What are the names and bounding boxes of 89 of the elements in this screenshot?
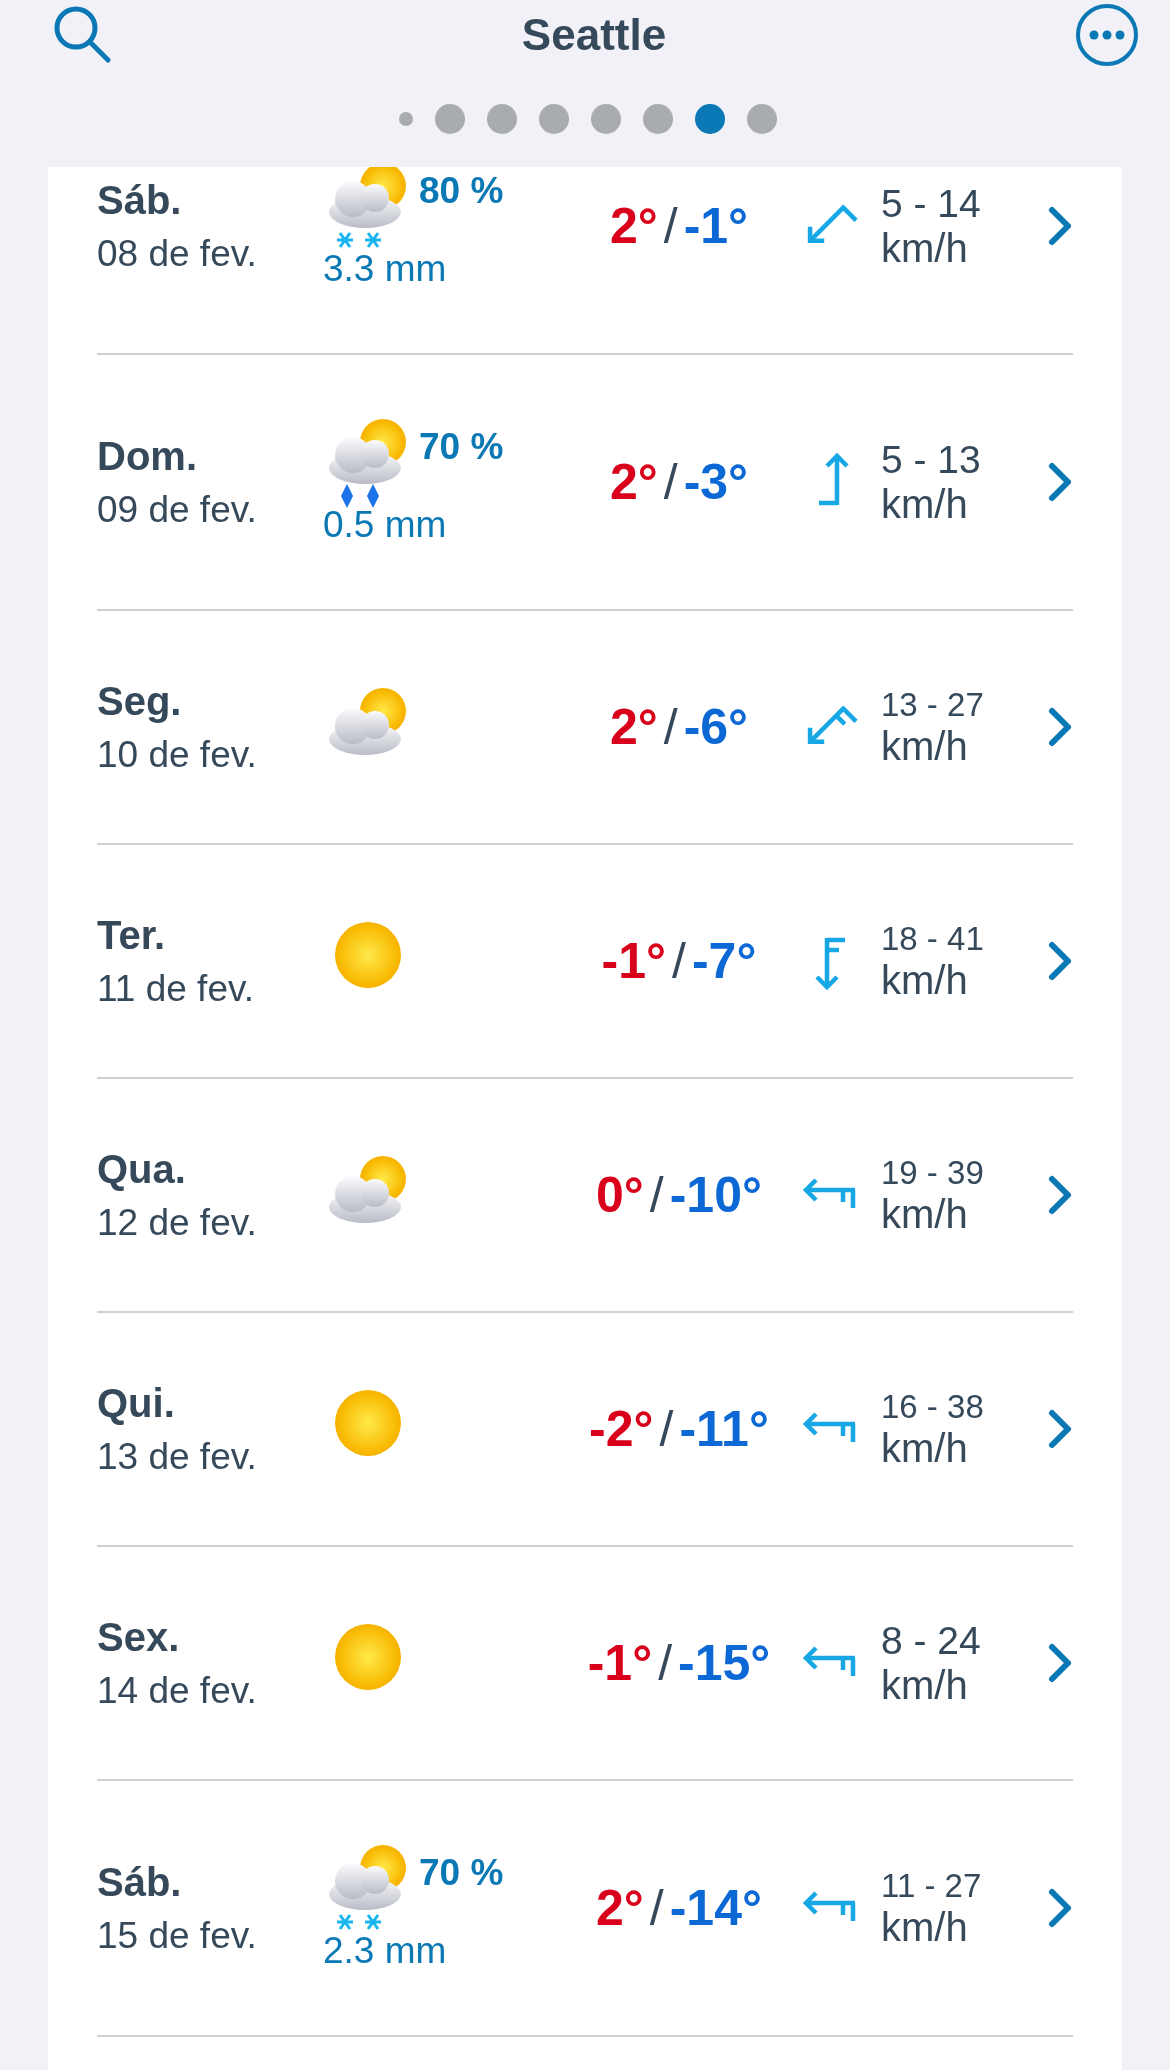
- wind-unit: km/h: [881, 723, 969, 769]
- chevron-icon: [1047, 205, 1073, 247]
- precip-amount: 0.5 mm: [323, 504, 448, 546]
- day-name: Sáb.: [97, 177, 183, 223]
- page-dot[interactable]: [747, 103, 777, 134]
- high-temp: 2°: [596, 1879, 644, 1937]
- day-date: 08 de fev.: [97, 232, 258, 275]
- page-dot[interactable]: [643, 103, 673, 134]
- precip-amount: 3.3 mm: [323, 248, 448, 290]
- page-dot[interactable]: [591, 103, 621, 134]
- temp-separator: /: [663, 698, 678, 756]
- day-name: Dom.: [97, 433, 198, 479]
- wind-speed: 19 - 39: [881, 1153, 985, 1192]
- chevron-icon: [1047, 1642, 1073, 1684]
- day-details-button[interactable]: [1047, 1642, 1073, 1684]
- high-temp: -1°: [587, 1634, 653, 1692]
- day-date: 11 de fev.: [97, 967, 255, 1010]
- temp-separator: /: [649, 1879, 664, 1937]
- temp-separator: /: [649, 1166, 664, 1224]
- precip-chance: 70 %: [419, 1852, 504, 1894]
- day-date: 12 de fev.: [97, 1201, 258, 1244]
- day-name: Ter.: [97, 912, 167, 958]
- day-details-button[interactable]: [1047, 940, 1073, 982]
- page-dot[interactable]: [435, 103, 465, 134]
- low-temp: -3°: [683, 453, 749, 511]
- high-temp: 2°: [609, 453, 658, 511]
- day-name: Sex.: [97, 1614, 181, 1660]
- wind-speed: 18 - 41: [881, 919, 985, 958]
- day-details-button[interactable]: [1047, 1408, 1073, 1450]
- chevron-icon: [1047, 706, 1073, 748]
- chevron-icon: [1047, 1887, 1073, 1929]
- page-dot[interactable]: [539, 103, 569, 134]
- page-dot[interactable]: [399, 111, 413, 126]
- day-details-button[interactable]: [1047, 1174, 1073, 1216]
- high-temp: 2°: [609, 698, 658, 756]
- day-name: Qua.: [97, 1146, 187, 1192]
- wind-unit: km/h: [881, 1191, 969, 1237]
- wind-speed: 16 - 38: [881, 1387, 985, 1426]
- high-temp: 0°: [596, 1166, 644, 1224]
- high-temp: -1°: [601, 932, 667, 990]
- precip-chance: 80 %: [419, 170, 504, 212]
- day-details-button[interactable]: [1047, 706, 1073, 748]
- high-temp: 2°: [609, 197, 658, 255]
- more-icon: [1074, 2, 1140, 68]
- temp-separator: /: [672, 932, 686, 990]
- precip-chance: 70 %: [419, 426, 504, 468]
- day-details-button[interactable]: [1047, 461, 1073, 503]
- day-date: 10 de fev.: [97, 733, 258, 776]
- temp-separator: /: [663, 197, 678, 255]
- low-temp: -14°: [669, 1879, 762, 1937]
- low-temp: -10°: [669, 1166, 762, 1224]
- wind-speed: 5 - 13: [881, 437, 982, 482]
- chevron-icon: [1047, 940, 1073, 982]
- day-date: 15 de fev.: [97, 1914, 258, 1957]
- day-date: 13 de fev.: [97, 1435, 258, 1478]
- chevron-icon: [1047, 461, 1073, 503]
- city-title: Seattle: [521, 10, 667, 60]
- wind-speed: 13 - 27: [881, 685, 985, 724]
- wind-unit: km/h: [881, 225, 969, 271]
- wind-speed: 8 - 24: [881, 1618, 982, 1663]
- wind-unit: km/h: [881, 1904, 969, 1950]
- chevron-icon: [1047, 1408, 1073, 1450]
- low-temp: -6°: [683, 698, 749, 756]
- wind-unit: km/h: [881, 957, 969, 1003]
- day-date: 14 de fev.: [97, 1669, 258, 1712]
- wind-unit: km/h: [881, 1425, 969, 1471]
- page-dot[interactable]: [487, 103, 517, 134]
- low-temp: -15°: [678, 1634, 771, 1692]
- chevron-icon: [1047, 1174, 1073, 1216]
- low-temp: -7°: [691, 932, 757, 990]
- more-button[interactable]: [1074, 2, 1140, 68]
- page-dot[interactable]: [695, 103, 725, 134]
- day-date: 09 de fev.: [97, 488, 258, 531]
- high-temp: -2°: [589, 1400, 654, 1458]
- wind-unit: km/h: [881, 1662, 969, 1708]
- temp-separator: /: [659, 1400, 674, 1458]
- day-details-button[interactable]: [1047, 205, 1073, 247]
- day-name: Sáb.: [97, 1859, 183, 1905]
- day-name: Qui.: [97, 1380, 176, 1426]
- wind-speed: 5 - 14: [881, 181, 982, 226]
- low-temp: -1°: [683, 197, 749, 255]
- temp-separator: /: [658, 1634, 673, 1692]
- day-name: Seg.: [97, 678, 183, 724]
- wind-speed: 11 - 27: [881, 1866, 983, 1905]
- precip-amount: 2.3 mm: [323, 1930, 448, 1972]
- low-temp: -11°: [679, 1400, 769, 1458]
- temp-separator: /: [663, 453, 678, 511]
- wind-unit: km/h: [881, 481, 969, 527]
- day-details-button[interactable]: [1047, 1887, 1073, 1929]
